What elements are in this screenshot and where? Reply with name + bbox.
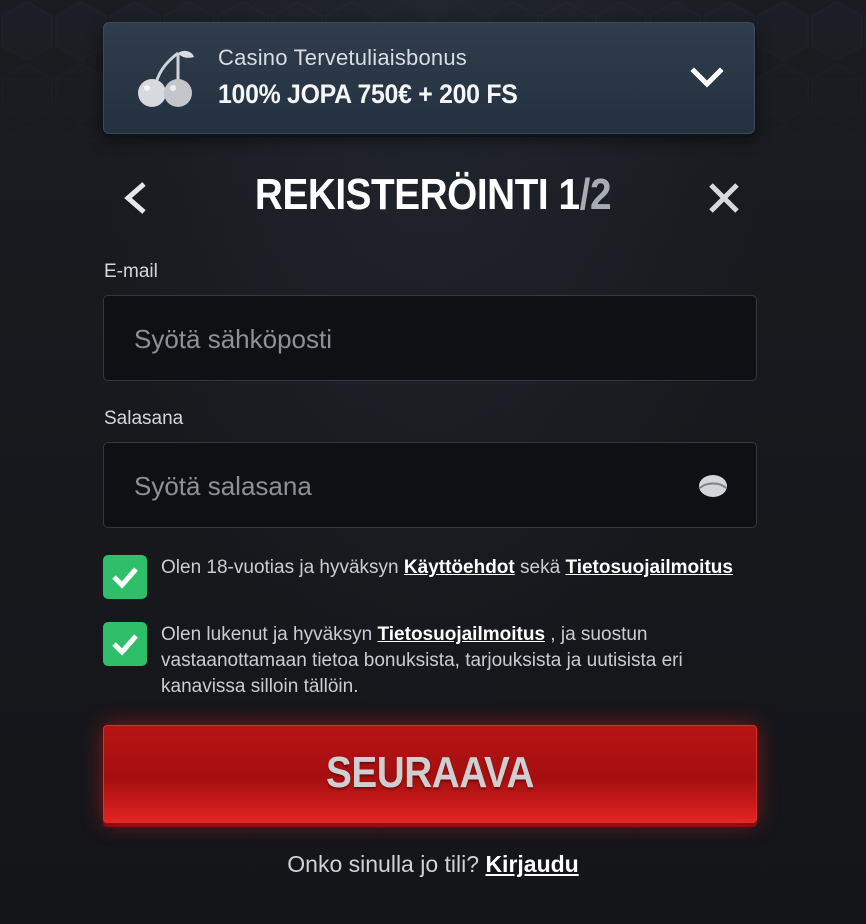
privacy-link[interactable]: Tietosuojailmoitus	[378, 624, 546, 645]
eye-icon[interactable]	[698, 473, 728, 499]
bonus-subtitle: Casino Tervetuliaisbonus	[218, 45, 467, 70]
privacy-link[interactable]: Tietosuojailmoitus	[565, 557, 733, 578]
consent-text: Olen lukenut ja hyväksyn	[161, 624, 378, 645]
chevron-down-icon[interactable]	[690, 65, 724, 91]
consent-text: , ja suostun	[545, 624, 648, 645]
consent-text: kanavissa silloin tällöin.	[161, 676, 359, 697]
next-button[interactable]: SEURAAVA	[103, 725, 757, 823]
page-title: REKISTERÖINTI 1/2	[52, 170, 814, 220]
email-input[interactable]	[132, 296, 676, 382]
marketing-checkbox[interactable]	[103, 622, 147, 666]
title-total: /2	[579, 170, 612, 219]
consent-text: vastaanottamaan tietoa bonuksista, tarjo…	[161, 650, 683, 671]
password-label: Salasana	[104, 408, 184, 429]
welcome-bonus-panel[interactable]: Casino Tervetuliaisbonus 100% JOPA 750€ …	[103, 22, 755, 134]
age-terms-checkbox[interactable]	[103, 555, 147, 599]
login-prompt-text: Onko sinulla jo tili?	[287, 851, 486, 877]
marketing-consent-text: Olen lukenut ja hyväksyn Tietosuojailmoi…	[161, 622, 683, 700]
password-input[interactable]	[132, 443, 676, 529]
email-label: E-mail	[104, 261, 158, 282]
age-terms-text: Olen 18-vuotias ja hyväksyn Käyttöehdot …	[161, 555, 733, 581]
login-prompt: Onko sinulla jo tili? Kirjaudu	[0, 851, 866, 878]
email-field-container	[103, 295, 757, 382]
title-step: REKISTERÖINTI 1	[254, 170, 580, 219]
bonus-offer: 100% JOPA 750€ + 200 FS	[218, 79, 518, 109]
password-field-container	[103, 442, 757, 529]
login-link[interactable]: Kirjaudu	[485, 851, 578, 877]
consent-text: sekä	[514, 557, 566, 578]
cherry-icon	[138, 50, 194, 107]
next-button-label: SEURAAVA	[325, 748, 535, 797]
checkmark-icon	[112, 634, 138, 656]
consent-text: Olen 18-vuotias ja hyväksyn	[161, 557, 404, 578]
terms-link[interactable]: Käyttöehdot	[404, 557, 515, 578]
close-icon[interactable]	[706, 180, 742, 216]
checkmark-icon	[112, 567, 138, 589]
